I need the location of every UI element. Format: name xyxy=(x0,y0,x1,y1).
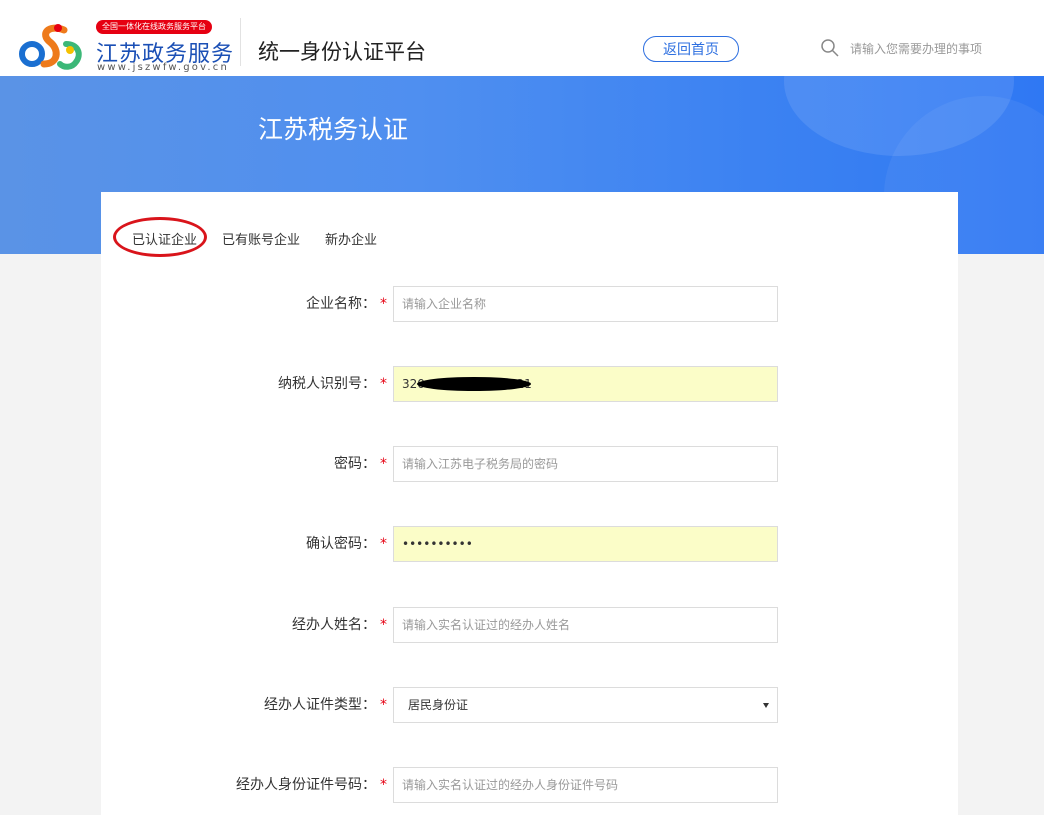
logo-url: www.jszwfw.gov.cn xyxy=(97,62,230,73)
agent-name-label: 经办人姓名： * xyxy=(292,607,387,643)
platform-title: 统一身份认证平台 xyxy=(258,40,426,64)
tab-new-enterprise[interactable]: 新办企业 xyxy=(325,229,377,248)
label-text: 确认密码： xyxy=(306,536,376,552)
agent-id-number-input[interactable] xyxy=(393,767,778,803)
label-text: 企业名称： xyxy=(306,296,376,312)
company-name-label: 企业名称： * xyxy=(306,286,387,322)
form-card: 已认证企业 已有账号企业 新办企业 企业名称：* 纳税人识别号：* 密码：* 确… xyxy=(101,192,958,815)
taxpayer-id-input[interactable] xyxy=(393,366,778,402)
password-input[interactable] xyxy=(393,446,778,482)
form-row-agent-id-type: 经办人证件类型： * 居民身份证 xyxy=(101,687,958,723)
confirm-password-input[interactable] xyxy=(393,526,778,562)
agent-id-type-value: 居民身份证 xyxy=(408,698,469,712)
label-text: 经办人证件类型： xyxy=(264,697,376,713)
label-text: 纳税人识别号： xyxy=(278,376,376,392)
label-text: 密码： xyxy=(334,456,376,472)
agent-name-input[interactable] xyxy=(393,607,778,643)
company-name-input[interactable] xyxy=(393,286,778,322)
agent-id-number-label: 经办人身份证件号码： * xyxy=(236,767,387,803)
form-row-taxpayer-id: 纳税人识别号： * xyxy=(101,366,958,402)
page-title: 江苏税务认证 xyxy=(258,115,409,144)
chevron-down-icon xyxy=(763,703,769,708)
form-row-agent-id-number: 经办人身份证件号码： * xyxy=(101,767,958,803)
home-button[interactable]: 返回首页 xyxy=(643,36,739,62)
search-input[interactable] xyxy=(850,38,1040,60)
jiangsu-logo-icon[interactable] xyxy=(18,20,88,72)
agent-id-type-select[interactable]: 居民身份证 xyxy=(393,687,778,723)
label-text: 经办人身份证件号码： xyxy=(236,777,376,793)
form-row-password: 密码： * xyxy=(101,446,958,482)
required-mark: * xyxy=(380,777,387,793)
required-mark: * xyxy=(380,697,387,713)
form-row-company-name: 企业名称： * xyxy=(101,286,958,322)
agent-id-type-label: 经办人证件类型： * xyxy=(264,687,387,723)
tab-certified-enterprise[interactable]: 已认证企业 xyxy=(132,229,197,248)
label-text: 经办人姓名： xyxy=(292,617,376,633)
form-row-confirm-password: 确认密码： * xyxy=(101,526,958,562)
required-mark: * xyxy=(380,536,387,552)
taxpayer-id-label: 纳税人识别号： * xyxy=(278,366,387,402)
tab-existing-account-enterprise[interactable]: 已有账号企业 xyxy=(222,229,300,248)
required-mark: * xyxy=(380,376,387,392)
platform-badge: 全国一体化在线政务服务平台 xyxy=(96,20,212,34)
password-label: 密码： * xyxy=(334,446,387,482)
header-divider xyxy=(240,18,241,66)
search-icon[interactable] xyxy=(820,38,840,58)
required-mark: * xyxy=(380,456,387,472)
confirm-password-label: 确认密码： * xyxy=(306,526,387,562)
top-header: 全国一体化在线政务服务平台 江苏政务服务 www.jszwfw.gov.cn 统… xyxy=(0,0,1044,76)
form-row-agent-name: 经办人姓名： * xyxy=(101,607,958,643)
required-mark: * xyxy=(380,296,387,312)
required-mark: * xyxy=(380,617,387,633)
